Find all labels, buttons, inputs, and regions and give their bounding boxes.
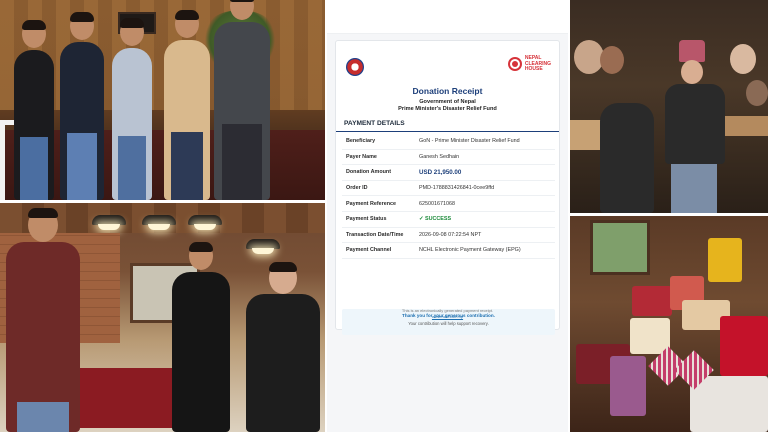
status-badge: ✓ SUCCESS bbox=[419, 216, 452, 223]
seated-guest bbox=[600, 103, 654, 213]
gift-item bbox=[632, 286, 672, 316]
receipt-topbar bbox=[327, 0, 568, 34]
pendant-lamp bbox=[188, 215, 222, 230]
row-payment-channel: Payment Channel NCHL Electronic Payment … bbox=[342, 243, 555, 259]
gift-item bbox=[690, 376, 768, 432]
receipt-footer: This is an electronically generated paym… bbox=[327, 308, 568, 319]
group-photo bbox=[0, 0, 325, 200]
row-label: Payer Name bbox=[346, 153, 377, 160]
man-with-microphone bbox=[6, 208, 80, 432]
crowd-member bbox=[746, 80, 768, 106]
nepal-emblem-icon bbox=[346, 58, 364, 76]
row-transaction-datetime: Transaction Date/Time 2026-09-08 07:22:5… bbox=[342, 228, 555, 244]
pendant-lamp bbox=[246, 239, 280, 254]
purple-hat bbox=[679, 40, 705, 62]
row-donation-amount: Donation Amount USD 21,950.00 bbox=[342, 165, 555, 181]
row-payment-reference: Payment Reference 625001671068 bbox=[342, 196, 555, 212]
row-label: Donation Amount bbox=[346, 169, 392, 176]
support-text: Your contribution will help support reco… bbox=[408, 321, 489, 326]
person-1 bbox=[14, 20, 54, 200]
nch-logo-line-3: HOUSE bbox=[524, 66, 543, 72]
row-label: Transaction Date/Time bbox=[346, 231, 404, 238]
row-value: PMD-1788831426841-0cee9ffd bbox=[419, 185, 495, 192]
payment-details-heading: PAYMENT DETAILS bbox=[336, 120, 559, 132]
row-value: 2026-09-08 07:22:54 NPT bbox=[419, 231, 482, 238]
window bbox=[590, 220, 650, 275]
row-value: NCHL Electronic Payment Gateway (EPG) bbox=[419, 247, 521, 254]
row-value: Ganesh Sedhain bbox=[419, 153, 460, 160]
gifts-photo bbox=[570, 216, 768, 432]
row-payment-status: Payment Status ✓ SUCCESS bbox=[342, 212, 555, 228]
crowd-member bbox=[600, 46, 624, 74]
woman-with-hat bbox=[246, 262, 320, 432]
row-beneficiary: Beneficiary GoN - Prime Minister Disaste… bbox=[342, 134, 555, 150]
row-label: Beneficiary bbox=[346, 138, 376, 145]
woman-with-glass bbox=[172, 242, 230, 432]
person-4 bbox=[164, 10, 210, 200]
payment-details-table: Beneficiary GoN - Prime Minister Disaste… bbox=[342, 134, 555, 259]
person-2 bbox=[60, 12, 104, 200]
crowd-member bbox=[730, 44, 756, 74]
person-3 bbox=[112, 18, 152, 200]
row-order-id: Order ID PMD-1788831426841-0cee9ffd bbox=[342, 181, 555, 197]
receipt-title: Donation Receipt bbox=[412, 86, 483, 96]
receipt-government: Government of Nepal bbox=[419, 99, 476, 105]
gift-item bbox=[720, 316, 768, 376]
footer-link[interactable]: www.nchl.com.np bbox=[327, 313, 568, 319]
gift-item bbox=[610, 356, 646, 416]
pendant-lamp bbox=[142, 215, 176, 230]
nch-logo-icon bbox=[507, 57, 522, 72]
donation-amount-value: USD 21,950.00 bbox=[419, 168, 462, 176]
row-payer-name: Payer Name Ganesh Sedhain bbox=[342, 150, 555, 166]
row-value: GoN - Prime Minister Disaster Relief Fun… bbox=[419, 138, 520, 145]
row-label: Payment Channel bbox=[346, 247, 392, 254]
receipt-card: NEPAL CLEARING HOUSE Donation Receipt Go… bbox=[335, 40, 560, 335]
row-value: 625001671068 bbox=[419, 200, 455, 207]
yellow-can bbox=[708, 238, 742, 282]
row-label: Payment Reference bbox=[346, 200, 397, 207]
row-label: Payment Status bbox=[346, 216, 387, 223]
speech-photo bbox=[0, 203, 325, 432]
pendant-lamp bbox=[92, 215, 126, 230]
receipt-fund: Prime Minister's Disaster Relief Fund bbox=[398, 106, 497, 112]
crowd-photo bbox=[570, 0, 768, 213]
table bbox=[720, 116, 768, 136]
person-5 bbox=[214, 0, 270, 200]
woman-in-hat bbox=[665, 40, 725, 213]
row-label: Order ID bbox=[346, 185, 368, 192]
receipt-panel: NEPAL CLEARING HOUSE Donation Receipt Go… bbox=[327, 0, 568, 432]
nepal-clearing-house-logo: NEPAL CLEARING HOUSE bbox=[507, 55, 551, 73]
